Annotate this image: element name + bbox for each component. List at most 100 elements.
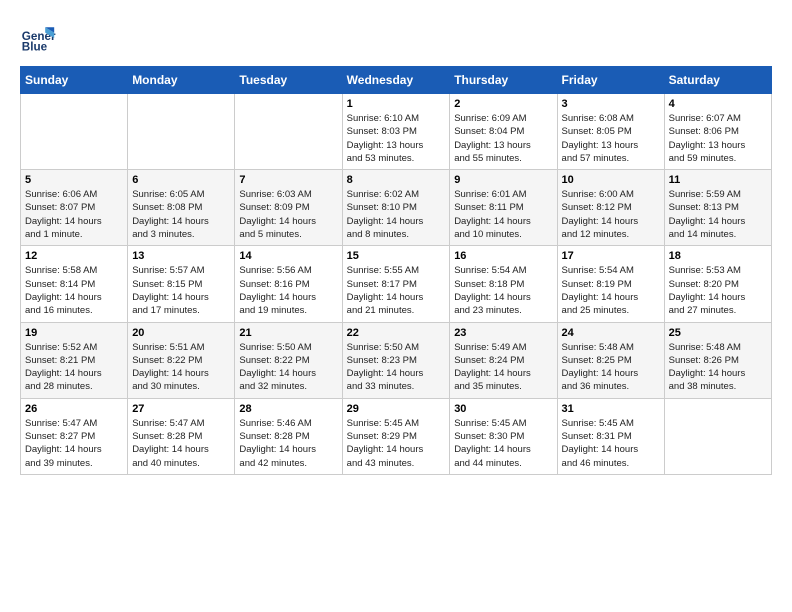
day-info: Sunrise: 6:06 AM Sunset: 8:07 PM Dayligh… <box>25 188 123 241</box>
calendar-cell: 21 Sunrise: 5:50 AM Sunset: 8:22 PM Dayli… <box>235 322 342 398</box>
day-info: Sunrise: 5:50 AM Sunset: 8:22 PM Dayligh… <box>239 341 337 394</box>
calendar-week-5: 26 Sunrise: 5:47 AM Sunset: 8:27 PM Dayli… <box>21 398 772 474</box>
day-info: Sunrise: 5:56 AM Sunset: 8:16 PM Dayligh… <box>239 264 337 317</box>
calendar-cell: 18 Sunrise: 5:53 AM Sunset: 8:20 PM Dayli… <box>664 246 771 322</box>
day-info: Sunrise: 6:10 AM Sunset: 8:03 PM Dayligh… <box>347 112 446 165</box>
day-number: 28 <box>239 403 337 415</box>
day-info: Sunrise: 5:54 AM Sunset: 8:18 PM Dayligh… <box>454 264 552 317</box>
calendar-cell: 8Sunrise: 6:02 AM Sunset: 8:10 PM Daylig… <box>342 170 450 246</box>
day-number: 15 <box>347 250 446 262</box>
day-info: Sunrise: 6:05 AM Sunset: 8:08 PM Dayligh… <box>132 188 230 241</box>
day-number: 13 <box>132 250 230 262</box>
day-info: Sunrise: 6:01 AM Sunset: 8:11 PM Dayligh… <box>454 188 552 241</box>
weekday-header-tuesday: Tuesday <box>235 67 342 94</box>
weekday-header-wednesday: Wednesday <box>342 67 450 94</box>
logo: General Blue <box>20 20 60 56</box>
calendar-cell: 17Sunrise: 5:54 AM Sunset: 8:19 PM Dayli… <box>557 246 664 322</box>
calendar-cell: 9 Sunrise: 6:01 AM Sunset: 8:11 PM Daylig… <box>450 170 557 246</box>
calendar-cell <box>21 94 128 170</box>
calendar-cell: 23 Sunrise: 5:49 AM Sunset: 8:24 PM Dayli… <box>450 322 557 398</box>
calendar-week-4: 19 Sunrise: 5:52 AM Sunset: 8:21 PM Dayli… <box>21 322 772 398</box>
day-info: Sunrise: 5:45 AM Sunset: 8:31 PM Dayligh… <box>562 417 660 470</box>
weekday-header-thursday: Thursday <box>450 67 557 94</box>
day-info: Sunrise: 5:52 AM Sunset: 8:21 PM Dayligh… <box>25 341 123 394</box>
day-info: Sunrise: 5:46 AM Sunset: 8:28 PM Dayligh… <box>239 417 337 470</box>
day-number: 26 <box>25 403 123 415</box>
day-info: Sunrise: 6:07 AM Sunset: 8:06 PM Dayligh… <box>669 112 767 165</box>
day-info: Sunrise: 5:58 AM Sunset: 8:14 PM Dayligh… <box>25 264 123 317</box>
day-number: 30 <box>454 403 552 415</box>
calendar-cell: 25 Sunrise: 5:48 AM Sunset: 8:26 PM Dayli… <box>664 322 771 398</box>
calendar-cell: 4 Sunrise: 6:07 AM Sunset: 8:06 PM Daylig… <box>664 94 771 170</box>
calendar-cell: 1 Sunrise: 6:10 AM Sunset: 8:03 PM Daylig… <box>342 94 450 170</box>
calendar-cell: 26 Sunrise: 5:47 AM Sunset: 8:27 PM Dayli… <box>21 398 128 474</box>
day-number: 2 <box>454 98 552 110</box>
day-info: Sunrise: 5:49 AM Sunset: 8:24 PM Dayligh… <box>454 341 552 394</box>
day-info: Sunrise: 5:53 AM Sunset: 8:20 PM Dayligh… <box>669 264 767 317</box>
day-number: 22 <box>347 327 446 339</box>
calendar-cell: 6 Sunrise: 6:05 AM Sunset: 8:08 PM Daylig… <box>128 170 235 246</box>
day-info: Sunrise: 5:45 AM Sunset: 8:29 PM Dayligh… <box>347 417 446 470</box>
calendar-week-1: 1 Sunrise: 6:10 AM Sunset: 8:03 PM Daylig… <box>21 94 772 170</box>
day-info: Sunrise: 6:09 AM Sunset: 8:04 PM Dayligh… <box>454 112 552 165</box>
day-info: Sunrise: 5:51 AM Sunset: 8:22 PM Dayligh… <box>132 341 230 394</box>
calendar-table: SundayMondayTuesdayWednesdayThursdayFrid… <box>20 66 772 475</box>
calendar-cell: 29 Sunrise: 5:45 AM Sunset: 8:29 PM Dayli… <box>342 398 450 474</box>
calendar-cell: 7 Sunrise: 6:03 AM Sunset: 8:09 PM Daylig… <box>235 170 342 246</box>
day-number: 9 <box>454 174 552 186</box>
day-number: 14 <box>239 250 337 262</box>
day-number: 25 <box>669 327 767 339</box>
day-number: 21 <box>239 327 337 339</box>
calendar-cell <box>235 94 342 170</box>
weekday-header-saturday: Saturday <box>664 67 771 94</box>
day-number: 24 <box>562 327 660 339</box>
day-info: Sunrise: 5:47 AM Sunset: 8:28 PM Dayligh… <box>132 417 230 470</box>
day-info: Sunrise: 6:08 AM Sunset: 8:05 PM Dayligh… <box>562 112 660 165</box>
day-number: 29 <box>347 403 446 415</box>
day-number: 10 <box>562 174 660 186</box>
weekday-header-friday: Friday <box>557 67 664 94</box>
svg-text:Blue: Blue <box>22 41 48 54</box>
weekday-header-sunday: Sunday <box>21 67 128 94</box>
calendar-cell: 14 Sunrise: 5:56 AM Sunset: 8:16 PM Dayli… <box>235 246 342 322</box>
day-number: 18 <box>669 250 767 262</box>
day-number: 19 <box>25 327 123 339</box>
calendar-cell: 20Sunrise: 5:51 AM Sunset: 8:22 PM Dayli… <box>128 322 235 398</box>
day-number: 6 <box>132 174 230 186</box>
day-info: Sunrise: 6:03 AM Sunset: 8:09 PM Dayligh… <box>239 188 337 241</box>
day-info: Sunrise: 6:02 AM Sunset: 8:10 PM Dayligh… <box>347 188 446 241</box>
calendar-cell <box>664 398 771 474</box>
day-number: 23 <box>454 327 552 339</box>
day-info: Sunrise: 6:00 AM Sunset: 8:12 PM Dayligh… <box>562 188 660 241</box>
day-info: Sunrise: 5:59 AM Sunset: 8:13 PM Dayligh… <box>669 188 767 241</box>
day-info: Sunrise: 5:55 AM Sunset: 8:17 PM Dayligh… <box>347 264 446 317</box>
calendar-cell: 16 Sunrise: 5:54 AM Sunset: 8:18 PM Dayli… <box>450 246 557 322</box>
weekday-header-monday: Monday <box>128 67 235 94</box>
calendar-cell: 22 Sunrise: 5:50 AM Sunset: 8:23 PM Dayli… <box>342 322 450 398</box>
day-number: 5 <box>25 174 123 186</box>
calendar-cell: 15 Sunrise: 5:55 AM Sunset: 8:17 PM Dayli… <box>342 246 450 322</box>
day-number: 7 <box>239 174 337 186</box>
calendar-cell <box>128 94 235 170</box>
day-info: Sunrise: 5:48 AM Sunset: 8:26 PM Dayligh… <box>669 341 767 394</box>
day-info: Sunrise: 5:50 AM Sunset: 8:23 PM Dayligh… <box>347 341 446 394</box>
day-info: Sunrise: 5:48 AM Sunset: 8:25 PM Dayligh… <box>562 341 660 394</box>
calendar-cell: 11 Sunrise: 5:59 AM Sunset: 8:13 PM Dayli… <box>664 170 771 246</box>
day-number: 11 <box>669 174 767 186</box>
calendar-week-3: 12 Sunrise: 5:58 AM Sunset: 8:14 PM Dayli… <box>21 246 772 322</box>
day-number: 27 <box>132 403 230 415</box>
day-info: Sunrise: 5:45 AM Sunset: 8:30 PM Dayligh… <box>454 417 552 470</box>
calendar-cell: 12 Sunrise: 5:58 AM Sunset: 8:14 PM Dayli… <box>21 246 128 322</box>
day-number: 3 <box>562 98 660 110</box>
calendar-cell: 19 Sunrise: 5:52 AM Sunset: 8:21 PM Dayli… <box>21 322 128 398</box>
day-info: Sunrise: 5:54 AM Sunset: 8:19 PM Dayligh… <box>562 264 660 317</box>
calendar-cell: 27 Sunrise: 5:47 AM Sunset: 8:28 PM Dayli… <box>128 398 235 474</box>
day-number: 12 <box>25 250 123 262</box>
logo-icon: General Blue <box>20 20 56 56</box>
day-info: Sunrise: 5:47 AM Sunset: 8:27 PM Dayligh… <box>25 417 123 470</box>
day-number: 1 <box>347 98 446 110</box>
page-header: General Blue <box>20 20 772 56</box>
calendar-cell: 30 Sunrise: 5:45 AM Sunset: 8:30 PM Dayli… <box>450 398 557 474</box>
day-number: 16 <box>454 250 552 262</box>
day-number: 4 <box>669 98 767 110</box>
